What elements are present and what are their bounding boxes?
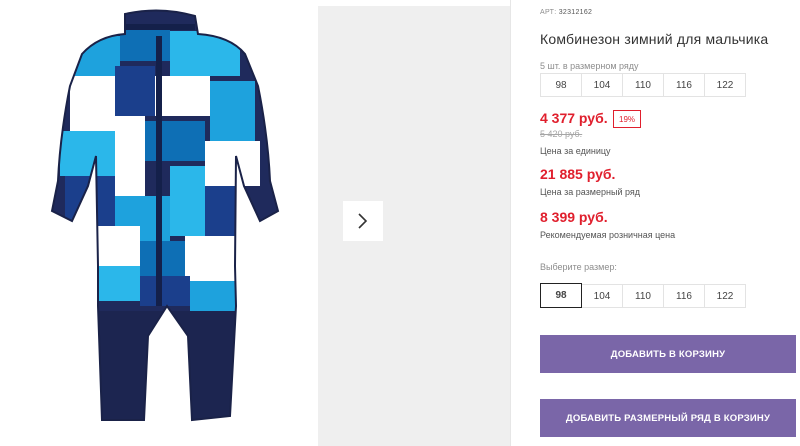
size-option-122[interactable]: 122: [704, 284, 746, 308]
unit-price-caption: Цена за единицу: [540, 146, 611, 156]
retail-price: 8 399 руб.: [540, 209, 608, 225]
size-option-98[interactable]: 98: [540, 283, 582, 308]
set-price-caption: Цена за размерный ряд: [540, 187, 641, 197]
article-label: АРТ:: [540, 9, 557, 16]
section-divider: [510, 0, 511, 446]
product-title: Комбинезон зимний для мальчика: [540, 31, 769, 47]
add-size-set-to-cart-button[interactable]: ДОБАВИТЬ РАЗМЕРНЫЙ РЯД В КОРЗИНУ: [540, 399, 796, 437]
size-option-110[interactable]: 110: [622, 284, 664, 308]
unit-price: 4 377 руб.: [540, 110, 608, 126]
product-info: АРТ: 32312162 Комбинезон зимний для маль…: [540, 0, 800, 446]
size-selector: 98 104 110 116 122: [540, 283, 746, 308]
retail-price-caption: Рекомендуемая розничная цена: [540, 230, 676, 240]
size-set-item: 116: [663, 73, 705, 97]
old-price: 5 420 руб.: [540, 129, 583, 139]
add-to-cart-button[interactable]: ДОБАВИТЬ В КОРЗИНУ: [540, 335, 796, 373]
size-select-label: Выберите размер:: [540, 262, 617, 272]
size-option-116[interactable]: 116: [663, 284, 705, 308]
article-number: АРТ: 32312162: [540, 9, 592, 16]
chevron-right-icon: [358, 213, 368, 229]
article-value: 32312162: [558, 9, 593, 16]
set-price: 21 885 руб.: [540, 166, 616, 182]
product-gallery: [0, 0, 510, 446]
size-set-list: 98 104 110 116 122: [540, 73, 746, 97]
size-set-note: 5 шт. в размерном ряду: [540, 61, 639, 71]
size-set-item: 110: [622, 73, 664, 97]
size-set-item: 98: [540, 73, 582, 97]
size-set-item: 104: [581, 73, 623, 97]
size-set-item: 122: [704, 73, 746, 97]
product-image: [50, 9, 280, 422]
discount-badge: 19%: [613, 110, 642, 128]
size-option-104[interactable]: 104: [581, 284, 623, 308]
next-image-button[interactable]: [343, 201, 383, 241]
